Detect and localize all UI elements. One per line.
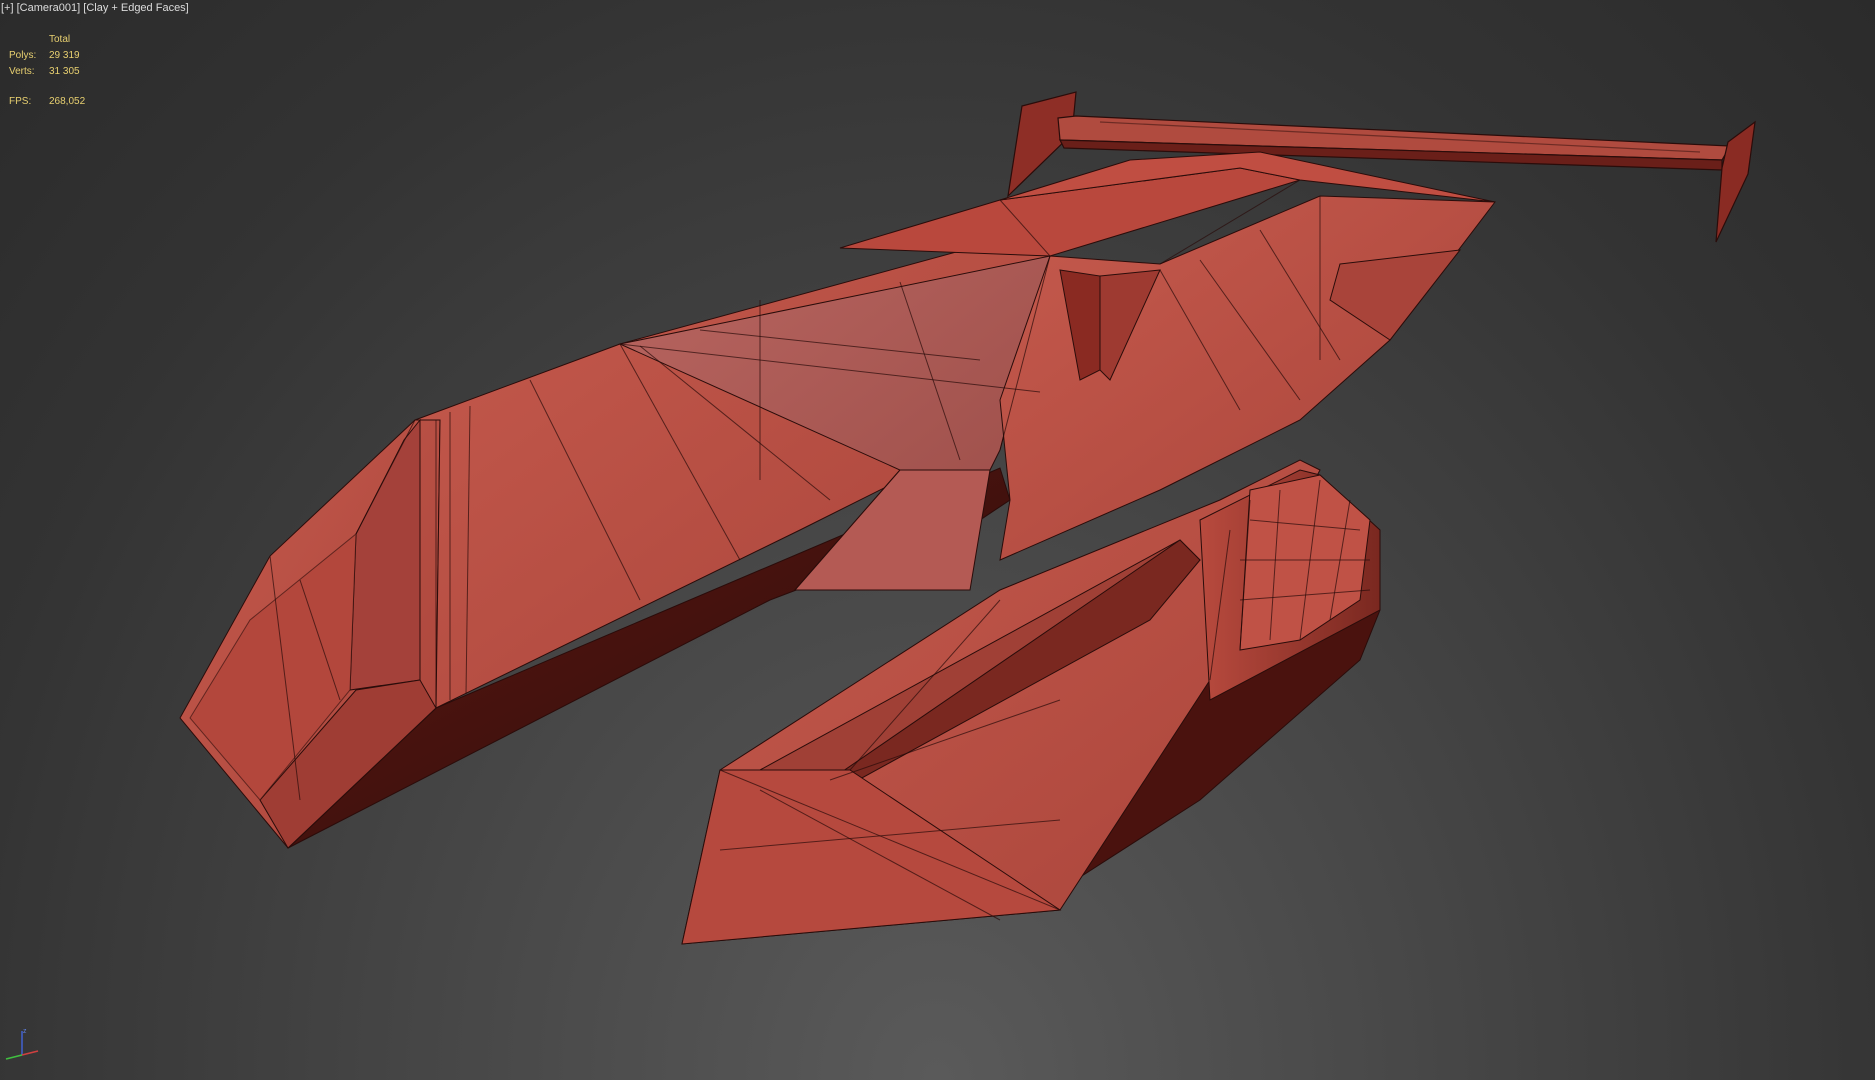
fps-label: FPS:: [9, 96, 32, 107]
stats-header: Total: [49, 34, 71, 45]
viewport-label[interactable]: [+] [Camera001] [Clay + Edged Faces]: [1, 2, 189, 14]
polys-label: Polys:: [9, 50, 37, 61]
camera-menu[interactable]: [Camera001]: [17, 2, 81, 14]
clay-model-render[interactable]: [0, 0, 1875, 1080]
fps-value: 268,052: [49, 96, 86, 107]
3d-viewport[interactable]: [+] [Camera001] [Clay + Edged Faces] Tot…: [0, 0, 1875, 1080]
shading-menu[interactable]: [Clay + Edged Faces]: [83, 2, 188, 14]
axis-gizmo-icon: z: [5, 1028, 39, 1060]
verts-value: 31 305: [49, 66, 80, 77]
statistics-overlay: Total Polys: 29 319 Verts: 31 305 FPS: 268,…: [9, 32, 85, 110]
viewport-menu[interactable]: [+]: [1, 2, 14, 14]
gizmo-z-label: z: [23, 1028, 27, 1035]
polys-value: 29 319: [49, 50, 80, 61]
verts-label: Verts:: [9, 66, 35, 77]
